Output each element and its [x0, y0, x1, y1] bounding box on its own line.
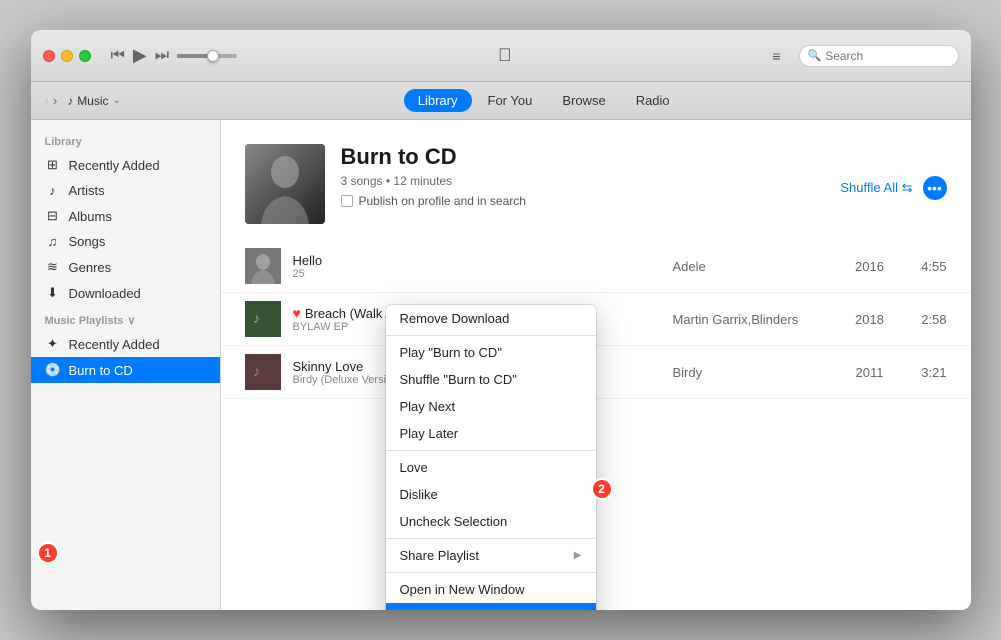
- list-view-button[interactable]: ≡: [772, 48, 780, 64]
- back-button[interactable]: ‹: [45, 93, 49, 108]
- ctx-separator: [386, 335, 596, 336]
- fast-forward-button[interactable]: ⏭: [155, 47, 169, 65]
- recently-added-icon: ⊞: [45, 157, 61, 173]
- music-icon: ♪: [67, 94, 73, 108]
- playlists-section-label: Music Playlists ∨: [31, 306, 220, 331]
- rewind-button[interactable]: ⏮: [111, 47, 125, 65]
- ctx-burn-playlist[interactable]: Burn Playlist to Disc: [386, 603, 596, 610]
- ctx-separator: [386, 538, 596, 539]
- play-button[interactable]: ▶: [133, 45, 147, 66]
- sidebar-item-label: Recently Added: [69, 337, 160, 352]
- content-area: Burn to CD 3 songs • 12 minutes Publish …: [221, 120, 971, 610]
- volume-slider[interactable]: [177, 54, 237, 58]
- titlebar: ⏮ ▶ ⏭  ≡ 🔍: [31, 30, 971, 82]
- songs-icon: ♫: [45, 234, 61, 249]
- nav-arrows: ‹ ›: [45, 93, 58, 108]
- chevron-icon: ∨: [127, 314, 135, 327]
- context-menu: Remove Download Play "Burn to CD" Shuffl…: [386, 305, 596, 610]
- playback-controls: ⏮ ▶ ⏭: [111, 45, 238, 66]
- sidebar-item-albums[interactable]: ⊟ Albums: [31, 203, 220, 229]
- tab-browse[interactable]: Browse: [548, 89, 619, 112]
- sidebar-item-downloaded[interactable]: ⬇ Downloaded: [31, 280, 220, 306]
- sidebar-item-recently-added-playlist[interactable]: ✦ Recently Added: [31, 331, 220, 357]
- ctx-separator: [386, 450, 596, 451]
- sidebar-item-label: Artists: [69, 183, 105, 198]
- search-bar[interactable]: 🔍: [799, 45, 959, 67]
- sidebar-item-label: Downloaded: [69, 286, 141, 301]
- sidebar-item-songs[interactable]: ♫ Songs: [31, 229, 220, 254]
- genres-icon: ≋: [45, 259, 61, 275]
- disc-icon: 💿: [45, 362, 61, 378]
- app-window: ⏮ ▶ ⏭  ≡ 🔍 ‹ › ♪ Music ⌄: [31, 30, 971, 610]
- navbar: ‹ › ♪ Music ⌄ Library For You Browse Rad…: [31, 82, 971, 120]
- minimize-button[interactable]: [61, 50, 73, 62]
- ctx-remove-download[interactable]: Remove Download: [386, 305, 596, 332]
- ctx-love[interactable]: Love: [386, 454, 596, 481]
- ctx-separator: [386, 572, 596, 573]
- apple-logo-icon: : [498, 45, 512, 66]
- traffic-lights: [43, 50, 91, 62]
- downloaded-icon: ⬇: [45, 285, 61, 301]
- search-icon: 🔍: [808, 49, 822, 62]
- close-button[interactable]: [43, 50, 55, 62]
- sidebar-item-label: Recently Added: [69, 158, 160, 173]
- ctx-uncheck-selection[interactable]: Uncheck Selection: [386, 508, 596, 535]
- sidebar-item-recently-added[interactable]: ⊞ Recently Added: [31, 152, 220, 178]
- source-label: Music: [77, 94, 108, 108]
- step-badge-2: 2: [591, 478, 613, 500]
- artists-icon: ♪: [45, 183, 61, 198]
- albums-icon: ⊟: [45, 208, 61, 224]
- main-area: Library ⊞ Recently Added ♪ Artists ⊟ Alb…: [31, 120, 971, 610]
- ctx-play-playlist[interactable]: Play "Burn to CD": [386, 339, 596, 366]
- sidebar-item-label: Albums: [69, 209, 112, 224]
- context-menu-overlay: Remove Download Play "Burn to CD" Shuffl…: [221, 120, 971, 610]
- maximize-button[interactable]: [79, 50, 91, 62]
- sidebar-item-burn-to-cd[interactable]: 💿 Burn to CD 1: [31, 357, 220, 383]
- library-section-label: Library: [31, 130, 220, 152]
- nav-tabs: Library For You Browse Radio: [131, 89, 957, 112]
- tab-library[interactable]: Library: [404, 89, 472, 112]
- ctx-dislike[interactable]: Dislike: [386, 481, 596, 508]
- titlebar-center: : [247, 45, 762, 66]
- tab-for-you[interactable]: For You: [474, 89, 547, 112]
- sidebar-item-genres[interactable]: ≋ Genres: [31, 254, 220, 280]
- sidebar-item-artists[interactable]: ♪ Artists: [31, 178, 220, 203]
- sidebar-item-label: Genres: [69, 260, 112, 275]
- gear-icon: ✦: [45, 336, 61, 352]
- tab-radio[interactable]: Radio: [622, 89, 684, 112]
- ctx-shuffle-playlist[interactable]: Shuffle "Burn to CD": [386, 366, 596, 393]
- ctx-open-new-window[interactable]: Open in New Window: [386, 576, 596, 603]
- sidebar-item-label: Burn to CD: [69, 363, 133, 378]
- sidebar: Library ⊞ Recently Added ♪ Artists ⊟ Alb…: [31, 120, 221, 610]
- ctx-play-next[interactable]: Play Next: [386, 393, 596, 420]
- source-selector[interactable]: ♪ Music ⌄: [67, 94, 121, 108]
- sidebar-item-label: Songs: [69, 234, 106, 249]
- submenu-chevron-icon: ▶: [574, 550, 582, 561]
- step-badge-1: 1: [37, 542, 59, 564]
- search-input[interactable]: [825, 49, 945, 63]
- ctx-play-later[interactable]: Play Later: [386, 420, 596, 447]
- ctx-share-playlist[interactable]: Share Playlist ▶: [386, 542, 596, 569]
- chevron-down-icon: ⌄: [113, 95, 121, 106]
- forward-button[interactable]: ›: [53, 93, 57, 108]
